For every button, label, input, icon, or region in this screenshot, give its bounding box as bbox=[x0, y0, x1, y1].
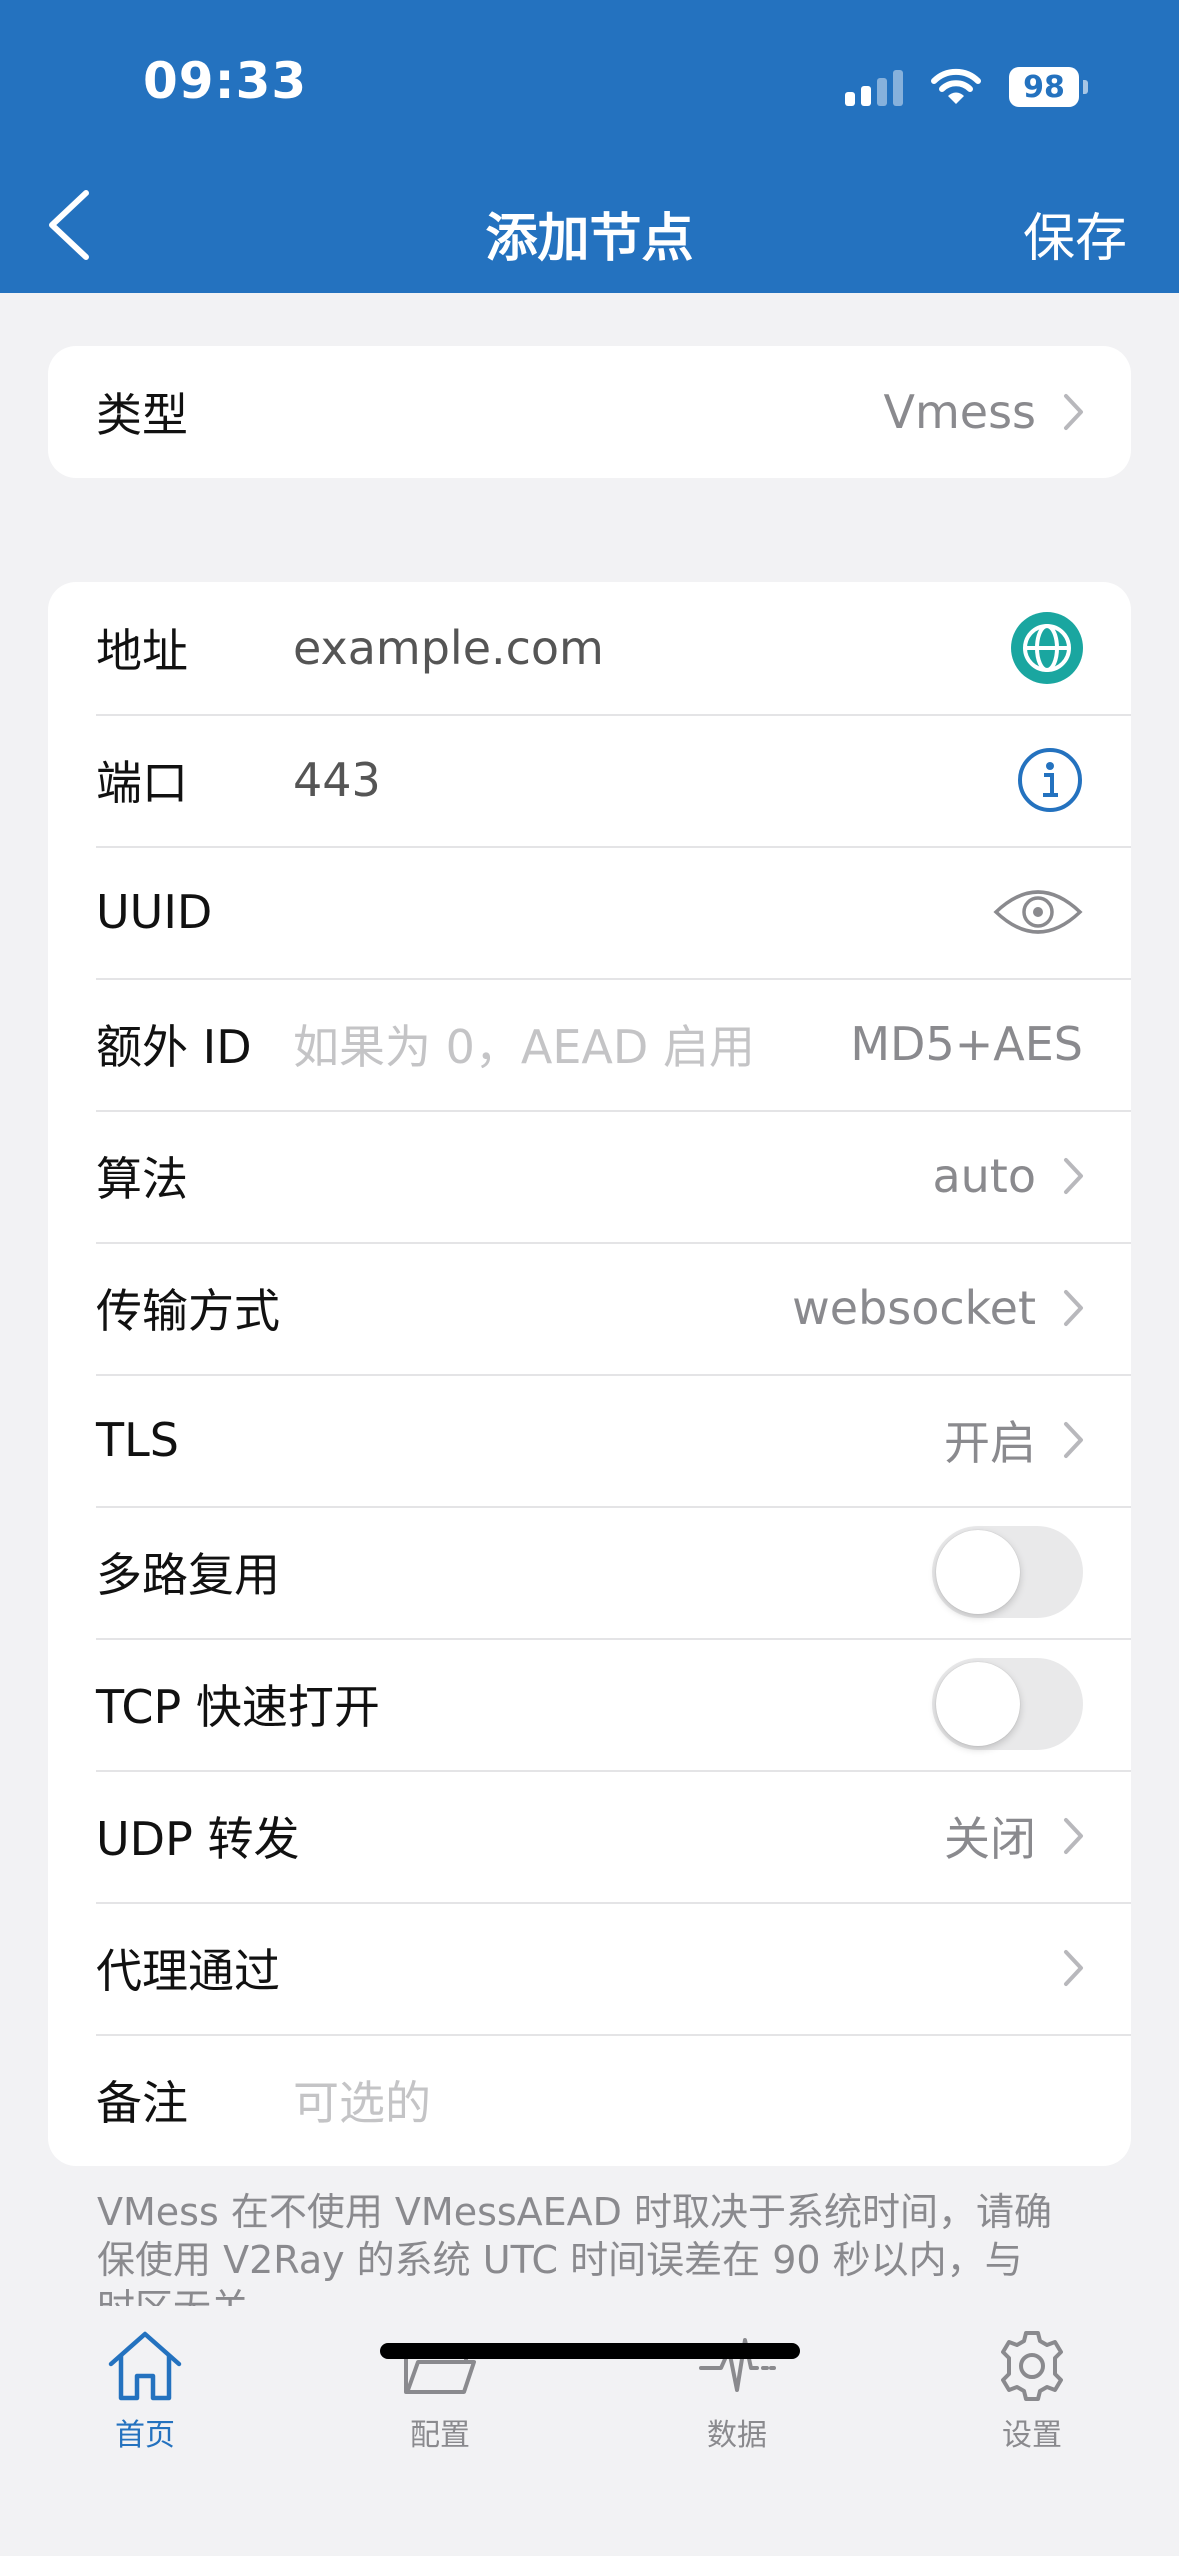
folder-icon bbox=[404, 2344, 476, 2394]
uuid-label: UUID bbox=[96, 885, 213, 939]
proxy-via-label: 代理通过 bbox=[96, 1944, 280, 1998]
chevron-right-icon bbox=[1064, 1422, 1083, 1458]
chevron-right-icon bbox=[1064, 1950, 1083, 1986]
activity-icon bbox=[699, 2338, 776, 2392]
port-label: 端口 bbox=[96, 756, 188, 810]
tab-settings[interactable]: 设置 bbox=[932, 2328, 1132, 2454]
cellular-signal-icon bbox=[845, 68, 903, 106]
alter-id-row: 额外 ID 如果为 0，AEAD 启用 MD5+AES bbox=[48, 978, 1131, 1110]
algorithm-row[interactable]: 算法 auto bbox=[48, 1110, 1131, 1242]
header: 09:33 98 添加节点 保存 bbox=[0, 0, 1179, 293]
home-icon bbox=[108, 2331, 182, 2401]
type-label: 类型 bbox=[96, 388, 188, 442]
status-icons: 98 bbox=[845, 62, 1088, 112]
type-card: 类型 Vmess bbox=[48, 346, 1131, 478]
wifi-icon bbox=[931, 68, 981, 104]
udp-relay-row[interactable]: UDP 转发 关闭 bbox=[48, 1770, 1131, 1902]
remark-input[interactable]: 可选的 bbox=[293, 2067, 431, 2133]
udp-relay-value: 关闭 bbox=[944, 1812, 1036, 1866]
tls-label: TLS bbox=[96, 1413, 179, 1467]
vmess-time-note: VMess 在不使用 VMessAEAD 时取决于系统时间，请确保使用 V2Ra… bbox=[97, 2190, 1053, 2306]
page-title: 添加节点 bbox=[485, 209, 694, 269]
battery-level: 98 bbox=[1023, 69, 1065, 105]
port-row: 端口 443 bbox=[48, 714, 1131, 846]
chevron-right-icon bbox=[1064, 394, 1083, 430]
remark-row: 备注 可选的 bbox=[48, 2034, 1131, 2166]
tcp-fast-open-toggle[interactable] bbox=[932, 1658, 1083, 1750]
algorithm-value: auto bbox=[932, 1149, 1036, 1203]
mux-row: 多路复用 bbox=[48, 1506, 1131, 1638]
mux-toggle[interactable] bbox=[932, 1526, 1083, 1618]
home-indicator bbox=[380, 2343, 800, 2359]
port-input[interactable]: 443 bbox=[293, 753, 381, 807]
type-value: Vmess bbox=[883, 385, 1036, 439]
algorithm-label: 算法 bbox=[96, 1152, 188, 1206]
alter-id-input[interactable]: 如果为 0，AEAD 启用 bbox=[293, 1011, 755, 1077]
address-row: 地址 example.com bbox=[48, 582, 1131, 714]
info-icon[interactable] bbox=[1017, 747, 1083, 813]
address-input[interactable]: example.com bbox=[293, 621, 604, 675]
status-time: 09:33 bbox=[143, 52, 308, 110]
transport-row[interactable]: 传输方式 websocket bbox=[48, 1242, 1131, 1374]
chevron-right-icon bbox=[1064, 1158, 1083, 1194]
proxy-via-row[interactable]: 代理通过 bbox=[48, 1902, 1131, 2034]
tab-label: 数据 bbox=[707, 2418, 767, 2453]
save-button[interactable]: 保存 bbox=[1023, 196, 1127, 271]
alter-id-mode: MD5+AES bbox=[850, 1017, 1083, 1071]
screen: 09:33 98 添加节点 保存 类型 Vmess 地址 example.com… bbox=[0, 0, 1179, 2556]
battery-icon: 98 bbox=[1009, 67, 1088, 107]
tab-label: 首页 bbox=[115, 2418, 175, 2453]
eye-icon[interactable] bbox=[993, 884, 1083, 940]
tcp-fast-open-row: TCP 快速打开 bbox=[48, 1638, 1131, 1770]
tcp-fast-open-label: TCP 快速打开 bbox=[96, 1680, 380, 1734]
uuid-row: UUID bbox=[48, 846, 1131, 978]
node-form-card: 地址 example.com 端口 443 UUID 额外 ID 如果为 0，A… bbox=[48, 582, 1131, 2166]
tab-label: 配置 bbox=[410, 2418, 470, 2453]
transport-label: 传输方式 bbox=[96, 1284, 280, 1338]
remark-label: 备注 bbox=[96, 2076, 188, 2130]
tls-value: 开启 bbox=[944, 1416, 1036, 1470]
toggle-knob bbox=[936, 1530, 1020, 1614]
globe-icon[interactable] bbox=[1011, 612, 1083, 684]
tls-row[interactable]: TLS 开启 bbox=[48, 1374, 1131, 1506]
transport-value: websocket bbox=[792, 1281, 1036, 1335]
type-row[interactable]: 类型 Vmess bbox=[48, 346, 1131, 478]
uuid-input[interactable] bbox=[293, 882, 993, 942]
chevron-right-icon bbox=[1064, 1290, 1083, 1326]
udp-relay-label: UDP 转发 bbox=[96, 1812, 300, 1866]
toggle-knob bbox=[936, 1662, 1020, 1746]
mux-label: 多路复用 bbox=[96, 1548, 280, 1602]
tab-label: 设置 bbox=[1002, 2418, 1062, 2453]
address-label: 地址 bbox=[96, 624, 188, 678]
gear-icon bbox=[1001, 2331, 1063, 2401]
alter-id-label: 额外 ID bbox=[96, 1020, 252, 1074]
tab-home[interactable]: 首页 bbox=[45, 2328, 245, 2454]
chevron-right-icon bbox=[1064, 1818, 1083, 1854]
